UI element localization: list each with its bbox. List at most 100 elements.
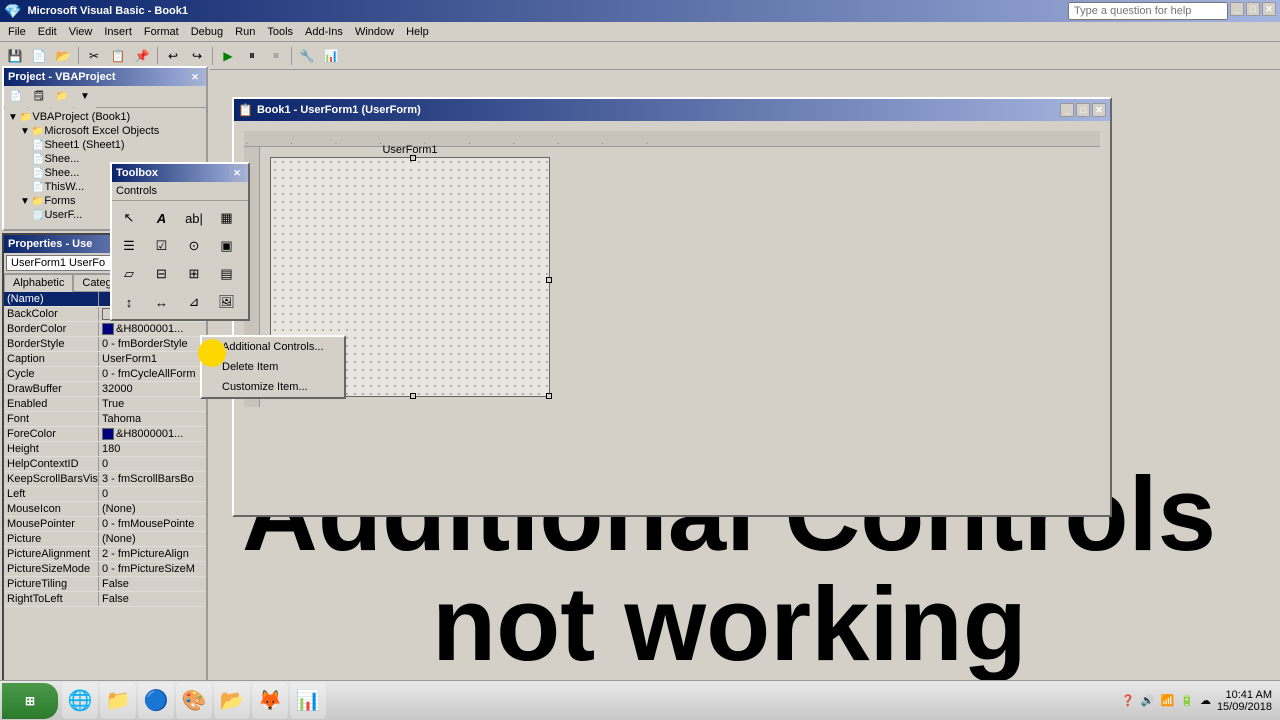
tree-label-sheet1: Sheet1 (Sheet1) (44, 139, 124, 151)
prop-row-left[interactable]: Left 0 (4, 487, 206, 502)
prop-name-label: (Name) (4, 292, 99, 306)
toolbox-frame[interactable]: ▱ (116, 261, 142, 287)
toolbox-label[interactable]: A (149, 205, 175, 231)
menu-debug[interactable]: Debug (185, 24, 229, 40)
resize-handle-bottom[interactable] (410, 393, 416, 399)
prop-row-picture[interactable]: Picture (None) (4, 532, 206, 547)
prop-row-drawbuffer[interactable]: DrawBuffer 32000 (4, 382, 206, 397)
menu-view[interactable]: View (63, 24, 99, 40)
toolbox-multipage[interactable]: ▤ (214, 261, 240, 287)
tree-excel-objects[interactable]: ▼ 📁 Microsoft Excel Objects (6, 124, 204, 138)
toolbox-cmdbutton[interactable]: ⊟ (149, 261, 175, 287)
prop-left-value: 0 (99, 487, 206, 501)
clock-display[interactable]: 10:41 AM 15/09/2018 (1217, 689, 1272, 713)
toolbar-stop[interactable]: ⏹ (265, 45, 287, 67)
taskbar-icon-browser[interactable]: 🌐 (62, 683, 98, 719)
toolbox-toggle[interactable]: ▣ (214, 233, 240, 259)
toolbar-pause[interactable]: ⏸ (241, 45, 263, 67)
prop-row-keepscroll[interactable]: KeepScrollBarsVisib 3 - fmScrollBarsBo (4, 472, 206, 487)
proj-toggle-folders[interactable]: 📁 (51, 86, 73, 108)
toolbar-run[interactable]: ▶ (217, 45, 239, 67)
tree-sheet1[interactable]: 📄 Sheet1 (Sheet1) (6, 138, 204, 152)
excel-folder-icon: 📁 (32, 126, 44, 137)
taskbar-icon-folder[interactable]: 📁 (100, 683, 136, 719)
proj-expand[interactable]: ▼ (74, 86, 96, 108)
prop-row-enabled[interactable]: Enabled True (4, 397, 206, 412)
prop-row-picturetiling[interactable]: PictureTiling False (4, 577, 206, 592)
proj-view-code[interactable]: 📄 (5, 86, 27, 108)
prop-row-mousepointer[interactable]: MousePointer 0 - fmMousePointe (4, 517, 206, 532)
taskbar-icon-files[interactable]: 📂 (214, 683, 250, 719)
prop-caption-value: UserForm1 (99, 352, 206, 366)
ctx-customize-item[interactable]: Customize Item... (202, 377, 344, 397)
resize-handle-right[interactable] (546, 277, 552, 283)
resize-handle-br[interactable] (546, 393, 552, 399)
userform-minimize[interactable]: _ (1060, 103, 1074, 117)
prop-row-forecolor[interactable]: ForeColor &H8000001... (4, 427, 206, 442)
toolbox-textbox[interactable]: ab| (181, 205, 207, 231)
taskbar-icon-chrome[interactable]: 🔵 (138, 683, 174, 719)
prop-row-borderstyle[interactable]: BorderStyle 0 - fmBorderStyle (4, 337, 206, 352)
toolbox-listbox[interactable]: ☰ (116, 233, 142, 259)
menu-file[interactable]: File (2, 24, 32, 40)
minimize-button[interactable]: _ (1230, 2, 1244, 16)
menu-bar: File Edit View Insert Format Debug Run T… (0, 22, 1280, 42)
toolbox-checkbox[interactable]: ☑ (149, 233, 175, 259)
prop-row-helpctx[interactable]: HelpContextID 0 (4, 457, 206, 472)
prop-row-cycle[interactable]: Cycle 0 - fmCycleAllForm (4, 367, 206, 382)
project-close-btn[interactable]: ✕ (188, 70, 202, 84)
tree-vbaproject[interactable]: ▼ 📁 VBAProject (Book1) (6, 110, 204, 124)
prop-forecolor-value: &H8000001... (99, 427, 206, 441)
toolbox-scrollbar-v[interactable]: ↕ (116, 289, 142, 315)
toolbar-props[interactable]: 📊 (320, 45, 342, 67)
toolbox-close-btn[interactable]: ✕ (230, 166, 244, 180)
close-button[interactable]: ✕ (1262, 2, 1276, 16)
tab-alphabetic[interactable]: Alphabetic (4, 274, 73, 292)
prop-row-height[interactable]: Height 180 (4, 442, 206, 457)
prop-righttoleft-label: RightToLeft (4, 592, 99, 606)
userform-maximize[interactable]: □ (1076, 103, 1090, 117)
prop-row-caption[interactable]: Caption UserForm1 (4, 352, 206, 367)
menu-tools[interactable]: Tools (261, 24, 299, 40)
prop-row-picturesizemode[interactable]: PictureSizeMode 0 - fmPictureSizeM (4, 562, 206, 577)
prop-backcolor-label: BackColor (4, 307, 99, 321)
taskbar-icon-firefox[interactable]: 🦊 (252, 683, 288, 719)
prop-row-bordercolor[interactable]: BorderColor &H8000001... (4, 322, 206, 337)
menu-window[interactable]: Window (349, 24, 400, 40)
menu-insert[interactable]: Insert (98, 24, 138, 40)
big-text-line3: not working (432, 572, 1280, 677)
proj-view-form[interactable]: 🗒 (28, 86, 50, 108)
menu-addins[interactable]: Add-Ins (299, 24, 349, 40)
help-search-input[interactable] (1068, 2, 1228, 20)
prop-enabled-label: Enabled (4, 397, 99, 411)
start-button[interactable]: ⊞ (2, 683, 58, 719)
toolbar-design[interactable]: 🔧 (296, 45, 318, 67)
taskbar-icon-excel[interactable]: 📊 (290, 683, 326, 719)
taskbar-right: ❓ 🔊 📶 🔋 ☁ 10:41 AM 15/09/2018 (1113, 689, 1280, 713)
prop-mousepointer-value: 0 - fmMousePointe (99, 517, 206, 531)
menu-format[interactable]: Format (138, 24, 185, 40)
resize-handle-top[interactable] (410, 155, 416, 161)
toolbox-combobox[interactable]: ▦ (214, 205, 240, 231)
toolbox-scrollbar-h[interactable]: ↔ (149, 289, 175, 315)
prop-drawbuffer-label: DrawBuffer (4, 382, 99, 396)
toolbox-radio[interactable]: ⊙ (181, 233, 207, 259)
taskbar-icon-illustrator[interactable]: 🎨 (176, 683, 212, 719)
prop-row-picturealign[interactable]: PictureAlignment 2 - fmPictureAlign (4, 547, 206, 562)
menu-help[interactable]: Help (400, 24, 435, 40)
toolbox-spinbutton[interactable]: ⊿ (181, 289, 207, 315)
menu-run[interactable]: Run (229, 24, 261, 40)
prop-row-mouseicon[interactable]: MouseIcon (None) (4, 502, 206, 517)
toolbox-tabstrip[interactable]: ⊞ (181, 261, 207, 287)
userform-close[interactable]: ✕ (1092, 103, 1106, 117)
maximize-button[interactable]: □ (1246, 2, 1260, 16)
tree-icon-vba: ▼ (8, 112, 18, 123)
prop-row-font[interactable]: Font Tahoma (4, 412, 206, 427)
userf-icon: 🗒️ (32, 210, 44, 221)
thisw-icon: 📄 (32, 182, 44, 193)
menu-edit[interactable]: Edit (32, 24, 63, 40)
forecolor-swatch (102, 428, 114, 440)
toolbox-image[interactable]: 🖼 (214, 289, 240, 315)
prop-row-righttoleft[interactable]: RightToLeft False (4, 592, 206, 607)
toolbox-pointer[interactable]: ↖ (116, 205, 142, 231)
